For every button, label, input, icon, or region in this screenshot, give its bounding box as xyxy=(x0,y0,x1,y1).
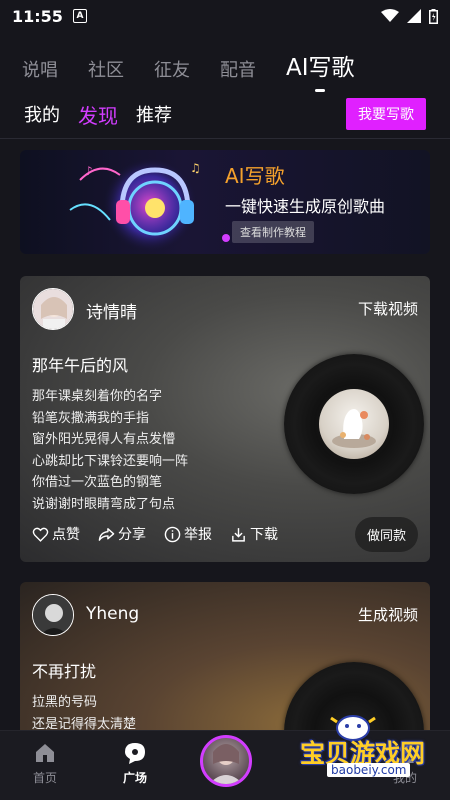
tab-rap[interactable]: 说唱 xyxy=(22,56,58,82)
download-label: 下载 xyxy=(250,527,278,543)
report-label: 举报 xyxy=(184,527,212,543)
view-tutorial-button[interactable]: 查看制作教程 xyxy=(232,221,314,243)
status-bar: 11:55 A xyxy=(0,0,450,32)
user-name[interactable]: 诗情晴 xyxy=(86,298,137,323)
share-button[interactable]: 分享 xyxy=(98,524,146,544)
user-name[interactable]: Yheng xyxy=(86,604,139,624)
vinyl-record[interactable] xyxy=(284,354,424,494)
home-icon xyxy=(36,744,54,762)
write-song-button[interactable]: 我要写歌 xyxy=(346,98,426,130)
song-card[interactable]: 诗情晴 下载视频 那年午后的风 那年课桌刻着你的名字 铅笔灰撒满我的手指 窗外阳… xyxy=(20,276,430,562)
header-divider xyxy=(0,138,450,139)
nav-home-label: 首页 xyxy=(32,771,57,785)
vinyl-record[interactable] xyxy=(284,662,424,740)
download-button[interactable]: 下载 xyxy=(230,524,278,544)
download-icon xyxy=(232,527,245,542)
banner-title: AI写歌 xyxy=(225,164,285,188)
avatar-image xyxy=(33,595,73,635)
center-avatar-image xyxy=(209,744,243,784)
status-icons xyxy=(381,8,438,24)
avatar[interactable] xyxy=(32,594,74,636)
lyrics: 那年课桌刻着你的名字 铅笔灰撒满我的手指 窗外阳光晃得人有点发懵 心跳却比下课铃… xyxy=(32,386,188,515)
nav-mine-label: 我的 xyxy=(392,771,417,785)
tab-dubbing[interactable]: 配音 xyxy=(220,56,256,82)
banner-subtitle: 一键快速生成原创歌曲 xyxy=(225,197,386,216)
song-card[interactable]: Yheng 生成视频 不再打扰 拉黑的号码 还是记得得太清楚 xyxy=(20,582,430,740)
song-title: 不再打扰 xyxy=(32,662,97,681)
card-actions: 点赞 分享 举报 下载 xyxy=(32,524,296,544)
info-icon xyxy=(164,526,181,542)
lyric-line: 心跳却比下课铃还要响一阵 xyxy=(32,453,189,469)
heart-icon xyxy=(32,527,49,542)
subtab-discover[interactable]: 发现 xyxy=(78,100,118,129)
avatar-image xyxy=(33,289,73,329)
lyric-line: 你借过一次蓝色的钢笔 xyxy=(32,475,163,490)
signal-icon xyxy=(407,9,421,23)
download-video-button[interactable]: 下载视频 xyxy=(358,298,418,319)
like-button[interactable]: 点赞 xyxy=(32,524,80,544)
headphones-art-icon: ♪ ♫ xyxy=(69,157,201,253)
lyric-line: 说谢谢时眼睛弯成了句点 xyxy=(32,496,176,512)
share-icon xyxy=(98,527,115,541)
chat-bubble-icon xyxy=(125,743,145,764)
banner-dot xyxy=(222,234,230,242)
profile-icon xyxy=(396,744,414,763)
ai-songwriting-banner[interactable]: ♪ ♫ AI写歌 一键快速生成原创歌曲 查看制作教程 xyxy=(20,150,430,254)
center-avatar-button[interactable] xyxy=(200,735,252,787)
tab-community[interactable]: 社区 xyxy=(88,56,124,82)
report-button[interactable]: 举报 xyxy=(164,524,212,544)
top-tab-bar: 说唱 社区 征友 配音 AI写歌 xyxy=(0,40,450,82)
avatar[interactable] xyxy=(32,288,74,330)
sub-tab-bar: 我的 发现 推荐 我要写歌 xyxy=(0,94,450,134)
subtab-recommend[interactable]: 推荐 xyxy=(136,101,172,127)
lyric-line: 拉黑的号码 xyxy=(32,695,98,710)
lyric-line: 窗外阳光晃得人有点发懵 xyxy=(32,432,176,447)
share-label: 分享 xyxy=(118,527,146,543)
tab-ai-songwriting[interactable]: AI写歌 xyxy=(286,48,355,82)
notification-icon: A xyxy=(72,9,87,23)
make-same-button[interactable]: 做同款 xyxy=(354,517,418,552)
lyric-line: 那年课桌刻着你的名字 xyxy=(32,389,163,404)
nav-home[interactable]: 首页 xyxy=(15,741,75,786)
nav-mine[interactable]: 我的 xyxy=(375,741,435,786)
status-time: 11:55 xyxy=(12,6,63,26)
like-label: 点赞 xyxy=(52,527,80,543)
bottom-nav: 首页 广场 我的 xyxy=(0,730,450,800)
battery-icon xyxy=(429,8,438,24)
generate-video-button[interactable]: 生成视频 xyxy=(358,604,418,625)
nav-square-label: 广场 xyxy=(122,771,147,785)
tab-find-friends[interactable]: 征友 xyxy=(154,56,190,82)
svg-text:♫: ♫ xyxy=(190,161,201,175)
subtab-mine[interactable]: 我的 xyxy=(24,101,60,127)
svg-text:♪: ♪ xyxy=(85,164,93,178)
cover-art xyxy=(319,389,389,459)
wifi-icon xyxy=(381,9,399,22)
song-title: 那年午后的风 xyxy=(32,356,129,375)
lyric-line: 铅笔灰撒满我的手指 xyxy=(32,410,150,426)
lyrics: 拉黑的号码 还是记得得太清楚 xyxy=(32,692,136,735)
nav-square[interactable]: 广场 xyxy=(105,741,165,786)
